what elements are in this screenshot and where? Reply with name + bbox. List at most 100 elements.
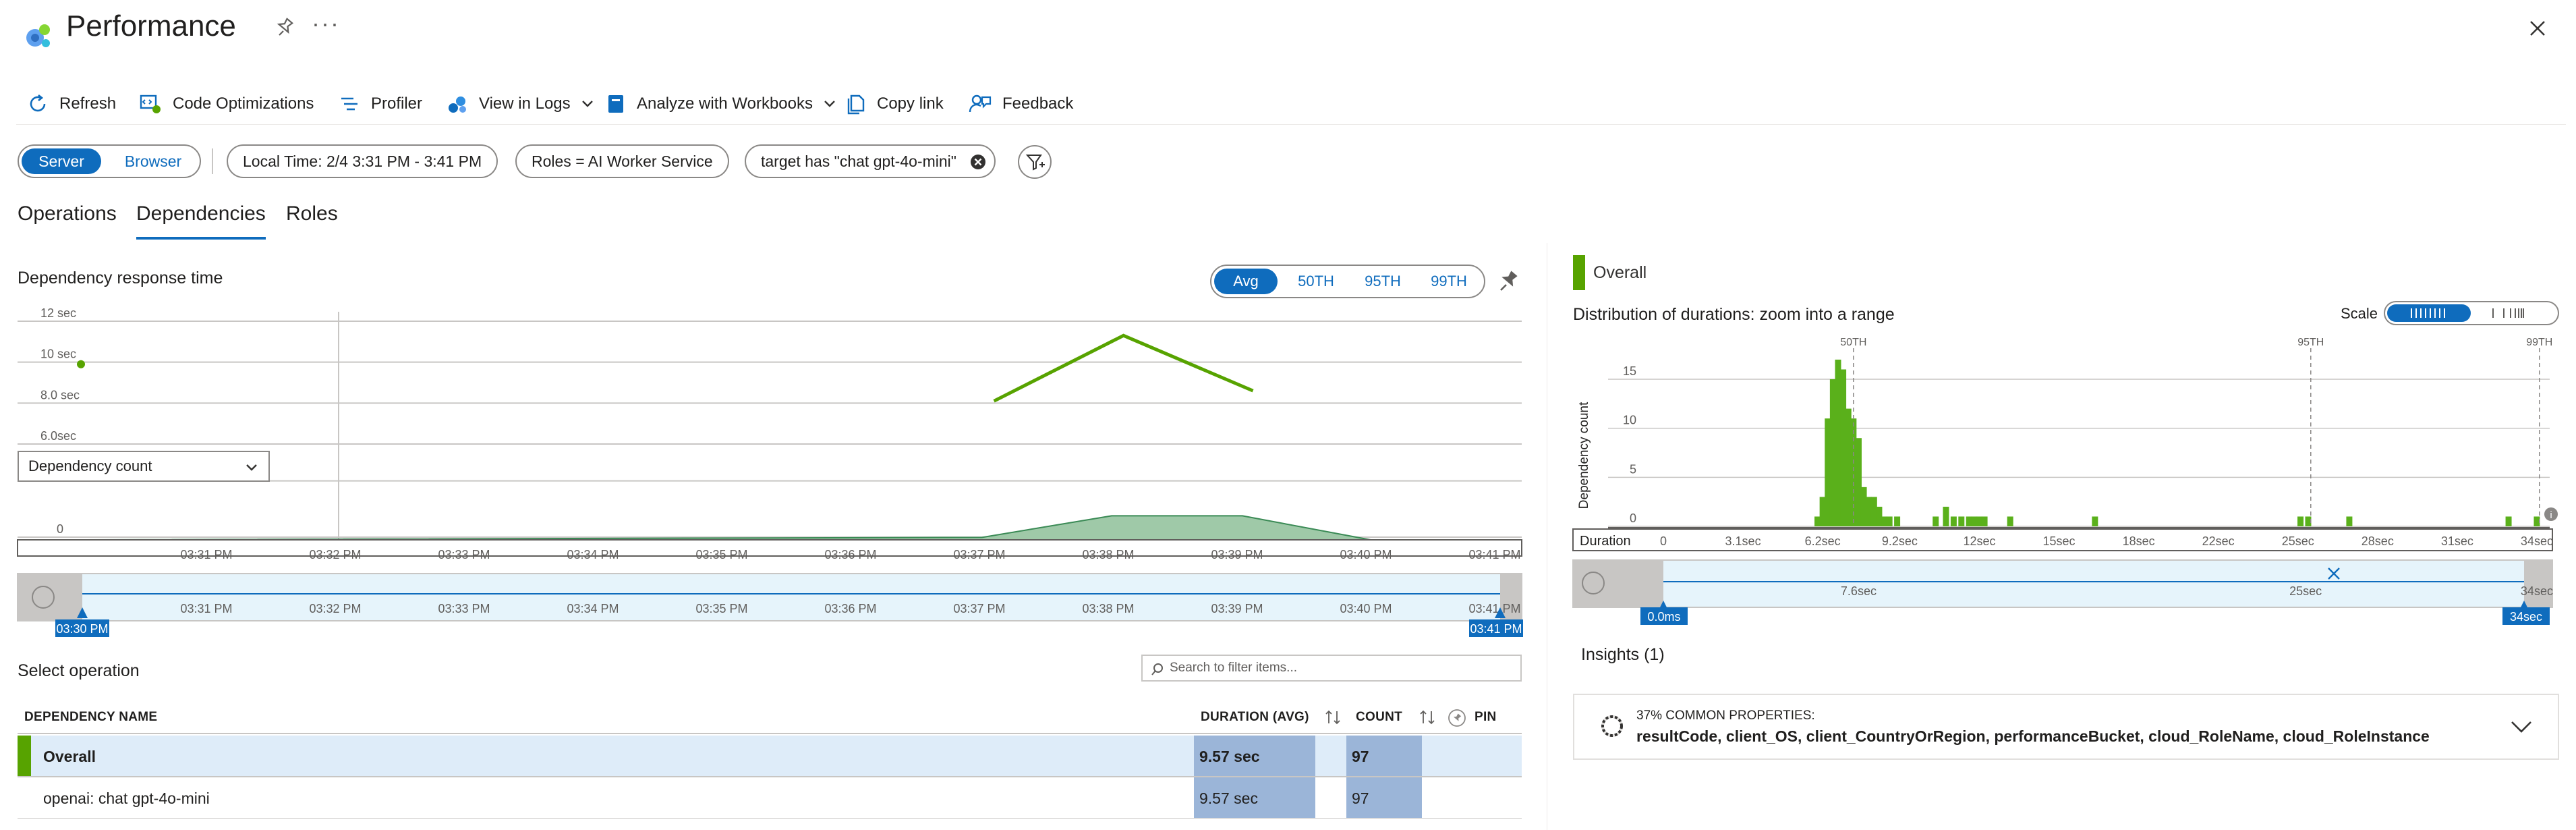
copy-link-label: Copy link: [877, 94, 944, 113]
percentile-marker-label: 50TH: [1840, 337, 1866, 348]
histogram-bar: [1894, 516, 1901, 526]
column-duration[interactable]: DURATION (AVG): [1201, 710, 1309, 725]
row-name: Overall: [43, 748, 96, 765]
analyze-workbooks-button[interactable]: Analyze with Workbooks: [606, 84, 837, 124]
log-scale-icon[interactable]: [2473, 304, 2556, 322]
scale-label: Scale: [2341, 305, 2378, 322]
table-row-overall[interactable]: Overall 9.57 sec 97: [18, 736, 1522, 776]
x-tick-label: 03:32 PM: [309, 548, 361, 561]
insight-card[interactable]: [1573, 694, 2559, 760]
server-browser-toggle: Server Browser: [18, 144, 201, 178]
y-tick-label: 5: [1630, 462, 1636, 476]
tab-operations[interactable]: Operations: [18, 202, 117, 225]
x-tick-label: 03:31 PM: [180, 548, 232, 561]
histogram-bar: [1933, 516, 1939, 526]
x-tick-label: 03:36 PM: [824, 548, 876, 561]
duration-histogram[interactable]: 50TH 95TH 99TH i Dependency count 0 5 10 15 Dura…: [1565, 331, 2563, 628]
distribution-title: Distribution of durations: zoom into a r…: [1573, 305, 1895, 324]
legend-label: Overall: [1593, 263, 1647, 282]
pin-icon[interactable]: [273, 16, 295, 39]
code-optimizations-button[interactable]: Code Optimizations: [139, 84, 314, 124]
chevron-down-icon: [581, 101, 593, 107]
pin-chart-icon[interactable]: [1495, 267, 1522, 294]
pin-column-icon: [1448, 709, 1466, 727]
tab-roles[interactable]: Roles: [286, 202, 338, 225]
histogram-bar: [2505, 516, 2512, 526]
brush-left-shade: [18, 574, 82, 621]
sort-icon[interactable]: [1323, 709, 1342, 726]
brush-tick-label: 03:40 PM: [1340, 602, 1392, 615]
column-pin: PIN: [1475, 710, 1497, 724]
percentile-95[interactable]: 95TH: [1352, 269, 1414, 294]
percentile-marker-label: 95TH: [2297, 337, 2324, 348]
refresh-label: Refresh: [59, 94, 117, 113]
brush-left-shade: [1573, 560, 1663, 607]
brush-tick-label: 03:31 PM: [180, 602, 232, 615]
row-divider: [18, 818, 1522, 819]
percentile-avg[interactable]: Avg: [1214, 269, 1278, 294]
x-tick-label: 03:38 PM: [1082, 548, 1134, 561]
brush-tick-label: 03:35 PM: [695, 602, 747, 615]
table-header-divider: [18, 733, 1522, 734]
x-tick-label: 6.2sec: [1805, 534, 1841, 548]
histogram-bar: [1886, 516, 1893, 526]
tab-dependencies[interactable]: Dependencies: [136, 202, 266, 225]
more-options-button[interactable]: ···: [312, 9, 340, 38]
row-count: 97: [1352, 748, 1369, 765]
y-tick-label: 10 sec: [40, 348, 76, 361]
code-optimizations-label: Code Optimizations: [173, 94, 314, 113]
metric-dropdown-value: Dependency count: [28, 458, 152, 474]
brush-tick-label: 34sec: [2521, 584, 2553, 598]
brush-end-label: 03:41 PM: [1470, 622, 1522, 636]
response-time-series: [993, 333, 1254, 403]
x-tick-label: 12sec: [1963, 534, 1995, 548]
toolbar: Refresh Code Optimizations Profiler View…: [0, 84, 2576, 124]
profiler-button[interactable]: Profiler: [339, 84, 422, 124]
time-range-filter[interactable]: Local Time: 2/4 3:31 PM - 3:41 PM: [227, 144, 498, 178]
filter-separator: [212, 148, 213, 174]
y-tick-label: 10: [1623, 414, 1636, 427]
percentile-50[interactable]: 50TH: [1286, 269, 1346, 294]
row-duration: 9.57 sec: [1199, 790, 1258, 807]
scale-linear-option[interactable]: [2387, 304, 2471, 322]
metric-dropdown[interactable]: Dependency count: [18, 451, 270, 482]
sort-icon[interactable]: [1418, 709, 1437, 726]
brush-tick-label: 03:34 PM: [567, 602, 619, 615]
copy-link-button[interactable]: Copy link: [846, 84, 944, 124]
chevron-down-icon: [246, 464, 257, 471]
histogram-bar: [1958, 516, 1965, 526]
roles-filter[interactable]: Roles = AI Worker Service: [515, 144, 729, 178]
table-row-openai[interactable]: openai: chat gpt-4o-mini 9.57 sec 97: [18, 777, 1522, 818]
chart-title: Dependency response time: [18, 269, 223, 287]
column-dependency-name[interactable]: DEPENDENCY NAME: [24, 710, 157, 725]
remove-filter-icon[interactable]: [970, 154, 986, 170]
server-option[interactable]: Server: [22, 148, 101, 174]
percentile-99[interactable]: 99TH: [1418, 269, 1480, 294]
feedback-button[interactable]: Feedback: [969, 84, 1073, 124]
close-icon[interactable]: [2524, 15, 2551, 42]
column-count[interactable]: COUNT: [1356, 710, 1402, 725]
x-tick-label: 03:33 PM: [438, 548, 490, 561]
x-tick-label: 25sec: [2282, 534, 2314, 548]
data-point: [77, 360, 85, 368]
browser-option[interactable]: Browser: [112, 148, 194, 174]
target-filter-label: target has "chat gpt-4o-mini": [761, 152, 956, 170]
app-insights-icon: [26, 24, 50, 47]
refresh-button[interactable]: Refresh: [27, 84, 116, 124]
filter-items-input[interactable]: Search to filter items...: [1141, 655, 1522, 682]
x-tick-label: 18sec: [2123, 534, 2155, 548]
code-optimizations-icon: [140, 94, 161, 113]
chevron-down-icon[interactable]: [2509, 717, 2534, 737]
view-in-logs-button[interactable]: View in Logs: [447, 84, 595, 124]
legend-swatch: [1573, 255, 1585, 290]
workbook-icon: [608, 95, 623, 113]
add-filter-icon[interactable]: [1017, 144, 1052, 179]
histogram-bar: [1981, 516, 1988, 526]
insights-heading: Insights (1): [1581, 645, 1665, 664]
histogram-bar: [2297, 516, 2304, 526]
target-filter[interactable]: target has "chat gpt-4o-mini": [745, 144, 996, 178]
feedback-icon: [969, 94, 992, 113]
brush-start-label: 03:30 PM: [56, 622, 108, 636]
scale-toggle[interactable]: [2384, 301, 2559, 325]
percentile-selector: Avg 50TH 95TH 99TH: [1210, 265, 1485, 298]
